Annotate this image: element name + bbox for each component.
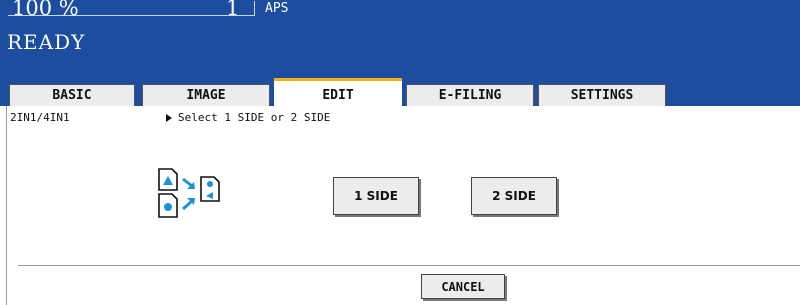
tab-e-filing-label: E-FILING xyxy=(438,88,502,103)
one-side-label: 1 SIDE xyxy=(354,189,398,203)
header-divider-tick xyxy=(254,1,255,16)
pointer-arrow-icon xyxy=(166,113,172,122)
tab-basic[interactable]: BASIC xyxy=(9,84,135,106)
tab-settings-label: SETTINGS xyxy=(570,88,634,103)
tab-e-filing[interactable]: E-FILING xyxy=(406,84,534,106)
copy-count: 1 xyxy=(226,0,240,20)
panel-left-border xyxy=(6,106,7,305)
2in1-layout-icon xyxy=(158,168,230,218)
function-title: 2IN1/4IN1 xyxy=(10,111,70,124)
two-side-label: 2 SIDE xyxy=(492,189,536,203)
instruction-text: Select 1 SIDE or 2 SIDE xyxy=(166,111,330,124)
tab-edit-label: EDIT xyxy=(322,87,354,103)
tab-image-label: IMAGE xyxy=(186,88,226,103)
instruction-label: Select 1 SIDE or 2 SIDE xyxy=(178,111,331,124)
machine-state: READY xyxy=(7,30,86,54)
tab-edit[interactable]: EDIT xyxy=(274,78,402,109)
tab-settings[interactable]: SETTINGS xyxy=(538,84,666,106)
cancel-button[interactable]: CANCEL xyxy=(421,274,505,299)
tab-basic-label: BASIC xyxy=(52,88,92,103)
one-side-button[interactable]: 1 SIDE xyxy=(333,177,419,215)
tab-image[interactable]: IMAGE xyxy=(142,84,270,106)
footer-divider xyxy=(18,265,800,266)
zoom-ratio: 100 % xyxy=(12,0,79,20)
cancel-label: CANCEL xyxy=(441,279,485,294)
paper-mode: APS xyxy=(265,1,289,16)
two-side-button[interactable]: 2 SIDE xyxy=(471,177,557,215)
